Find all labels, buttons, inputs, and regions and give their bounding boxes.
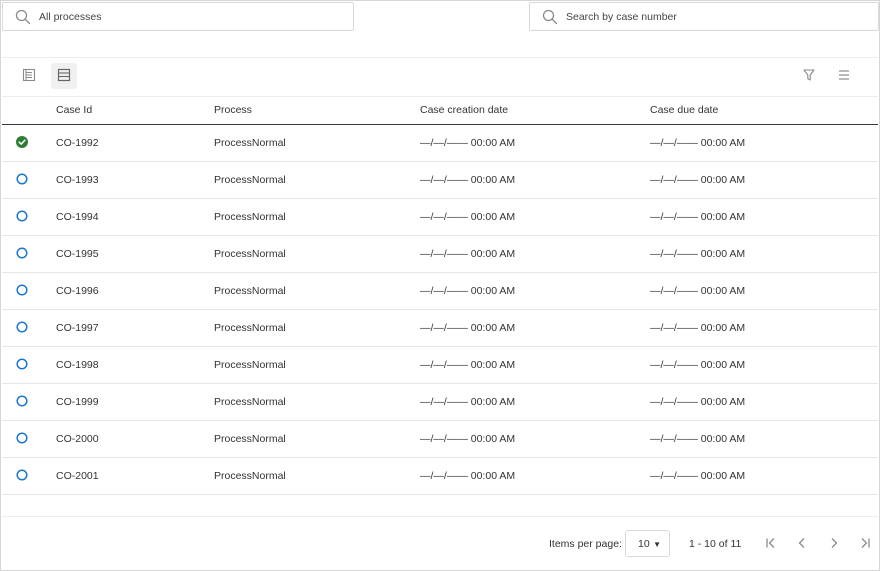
list-view-button[interactable] [16,63,42,89]
search-icon [15,9,31,25]
case-list-panel: All processes Case Id Process Case creat… [0,0,880,571]
creation-date-cell: —/—/—— 00:00 AM [420,396,516,408]
creation-date-cell: —/—/—— 00:00 AM [420,470,516,482]
open-status-icon [16,358,28,370]
menu-button[interactable] [831,63,857,89]
first-page-button[interactable] [761,534,781,554]
list-view-icon [22,68,36,85]
process-cell: ProcessNormal [214,174,286,186]
case-id-cell: CO-1999 [56,396,99,408]
previous-page-icon [795,536,809,553]
table-row[interactable]: CO-1992 ProcessNormal —/—/—— 00:00 AM —/—/—… [2,125,878,162]
process-cell: ProcessNormal [214,248,286,260]
process-cell: ProcessNormal [214,359,286,371]
process-cell: ProcessNormal [214,322,286,334]
page-range-label: 1 - 10 of 11 [689,538,742,550]
items-per-page-value: 10 [638,537,650,550]
table-row[interactable]: CO-1998 ProcessNormal —/—/—— 00:00 AM —/—/—… [2,347,878,384]
process-filter-label: All processes [39,10,102,23]
items-per-page-select[interactable]: 10 ▼ [625,530,670,557]
column-header-case-id[interactable]: Case Id [56,97,92,123]
creation-date-cell: —/—/—— 00:00 AM [420,174,516,186]
table-view-button[interactable] [51,63,77,89]
case-id-cell: CO-1992 [56,137,99,149]
table-row[interactable]: CO-2000 ProcessNormal —/—/—— 00:00 AM —/—/—… [2,421,878,458]
process-cell: ProcessNormal [214,211,286,223]
process-cell: ProcessNormal [214,137,286,149]
open-status-icon [16,173,28,185]
filter-button[interactable] [796,63,822,89]
open-status-icon [16,321,28,333]
creation-date-cell: —/—/—— 00:00 AM [420,137,516,149]
case-id-cell: CO-1996 [56,285,99,297]
due-date-cell: —/—/—— 00:00 AM [650,433,746,445]
open-status-icon [16,469,28,481]
due-date-cell: —/—/—— 00:00 AM [650,396,746,408]
column-header-creation-date[interactable]: Case creation date [420,97,508,123]
last-page-button[interactable] [855,534,875,554]
creation-date-cell: —/—/—— 00:00 AM [420,211,516,223]
table-row[interactable]: CO-1993 ProcessNormal —/—/—— 00:00 AM —/—/—… [2,162,878,199]
items-per-page-label: Items per page: [549,538,622,550]
process-cell: ProcessNormal [214,433,286,445]
process-cell: ProcessNormal [214,396,286,408]
filter-icon [802,68,816,85]
case-search-box [529,2,879,31]
column-header-process[interactable]: Process [214,97,252,123]
due-date-cell: —/—/—— 00:00 AM [650,137,746,149]
table-row[interactable]: CO-1996 ProcessNormal —/—/—— 00:00 AM —/—/—… [2,273,878,310]
process-filter[interactable]: All processes [2,2,354,31]
last-page-icon [858,536,872,553]
previous-page-button[interactable] [792,534,812,554]
process-cell: ProcessNormal [214,470,286,482]
table-row[interactable]: CO-1997 ProcessNormal —/—/—— 00:00 AM —/—/—… [2,310,878,347]
case-id-cell: CO-1998 [56,359,99,371]
open-status-icon [16,247,28,259]
divider [2,516,878,517]
due-date-cell: —/—/—— 00:00 AM [650,322,746,334]
due-date-cell: —/—/—— 00:00 AM [650,211,746,223]
case-id-cell: CO-1995 [56,248,99,260]
due-date-cell: —/—/—— 00:00 AM [650,359,746,371]
table-row[interactable]: CO-2001 ProcessNormal —/—/—— 00:00 AM —/—/—… [2,458,878,495]
table-row[interactable]: CO-1994 ProcessNormal —/—/—— 00:00 AM —/—/—… [2,199,878,236]
creation-date-cell: —/—/—— 00:00 AM [420,433,516,445]
table-header: Case Id Process Case creation date Case … [2,97,878,125]
column-header-due-date[interactable]: Case due date [650,97,718,123]
creation-date-cell: —/—/—— 00:00 AM [420,285,516,297]
case-id-cell: CO-1993 [56,174,99,186]
table-row[interactable]: CO-1995 ProcessNormal —/—/—— 00:00 AM —/—/—… [2,236,878,273]
case-id-cell: CO-1994 [56,211,99,223]
next-page-icon [827,536,841,553]
first-page-icon [764,536,778,553]
case-id-cell: CO-1997 [56,322,99,334]
open-status-icon [16,432,28,444]
table-row[interactable]: CO-1999 ProcessNormal —/—/—— 00:00 AM —/—/—… [2,384,878,421]
search-icon [542,9,558,25]
next-page-button[interactable] [824,534,844,554]
menu-icon [837,68,851,85]
case-id-cell: CO-2000 [56,433,99,445]
creation-date-cell: —/—/—— 00:00 AM [420,322,516,334]
open-status-icon [16,284,28,296]
due-date-cell: —/—/—— 00:00 AM [650,248,746,260]
completed-check-icon [16,136,28,148]
open-status-icon [16,395,28,407]
creation-date-cell: —/—/—— 00:00 AM [420,359,516,371]
due-date-cell: —/—/—— 00:00 AM [650,285,746,297]
creation-date-cell: —/—/—— 00:00 AM [420,248,516,260]
due-date-cell: —/—/—— 00:00 AM [650,470,746,482]
open-status-icon [16,210,28,222]
divider [2,57,878,58]
process-cell: ProcessNormal [214,285,286,297]
due-date-cell: —/—/—— 00:00 AM [650,174,746,186]
case-id-cell: CO-2001 [56,470,99,482]
caret-down-icon: ▼ [653,540,661,549]
case-search-input[interactable] [566,10,846,23]
table-view-icon [57,68,71,85]
